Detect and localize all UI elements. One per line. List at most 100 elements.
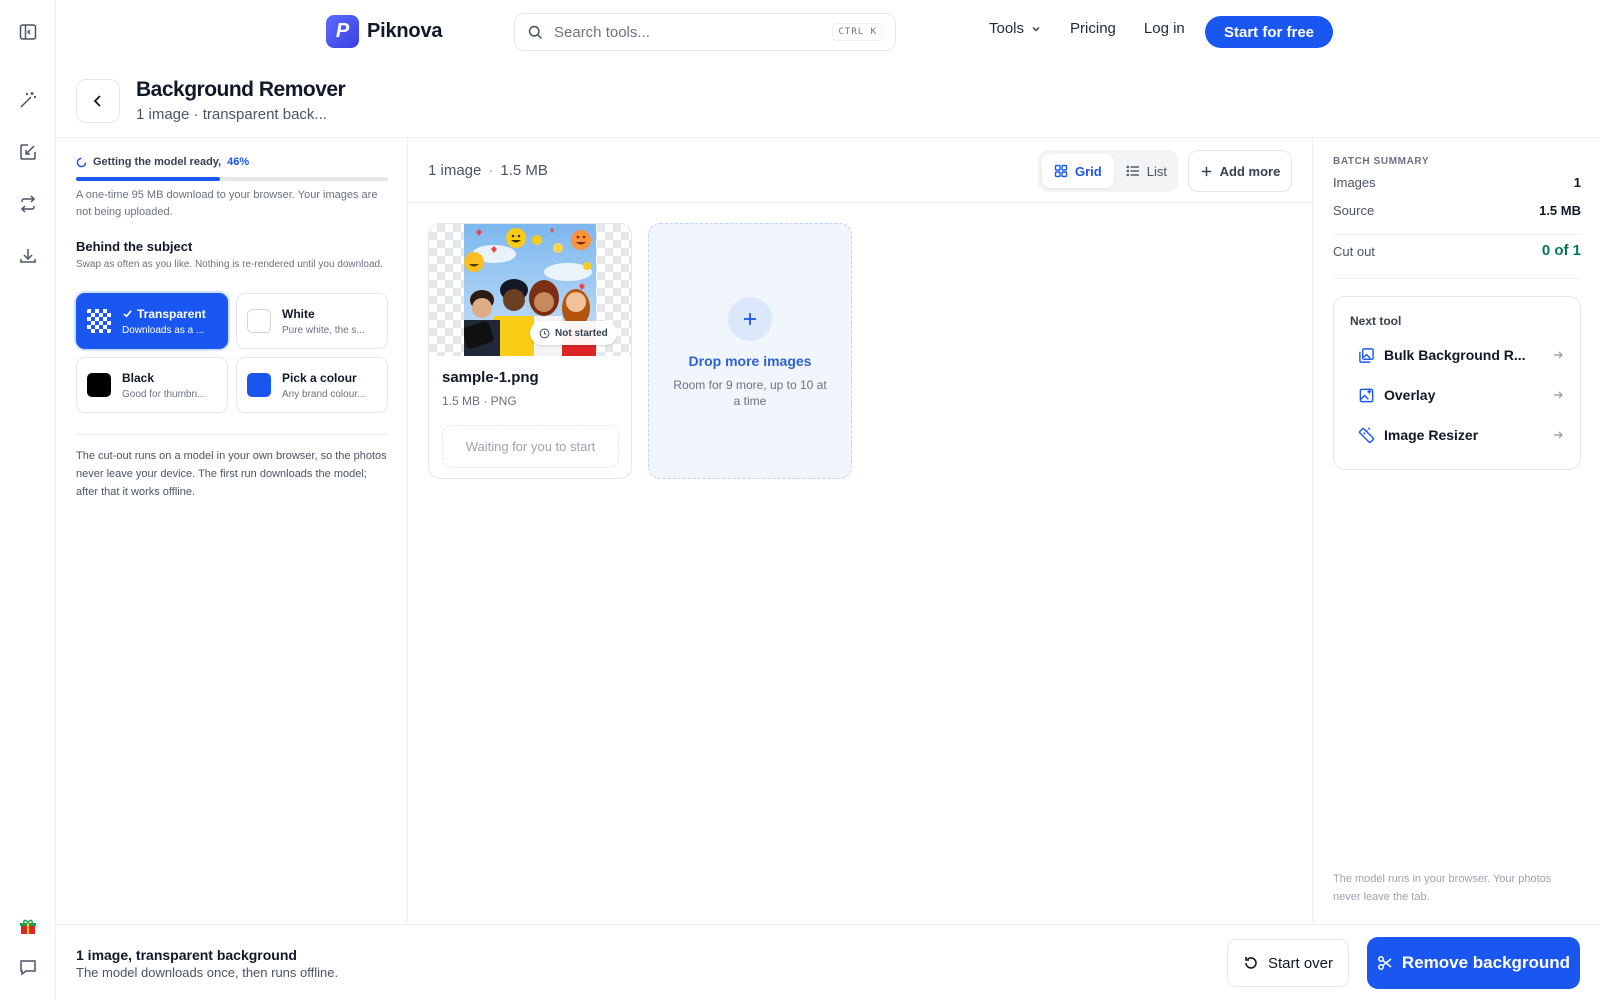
ruler-icon — [1356, 425, 1376, 445]
bg-option-transparent[interactable]: Transparent Downloads as a ... — [76, 293, 228, 349]
chevron-left-icon — [90, 93, 106, 109]
workspace-toolbar: 1 image · 1.5 MB Grid List Add more — [408, 138, 1312, 203]
convert-icon[interactable] — [14, 190, 42, 218]
transparent-grid-icon — [87, 309, 111, 333]
reset-icon — [1243, 955, 1259, 971]
bg-option-desc: Pure white, the s... — [282, 324, 365, 336]
action-bar-title: 1 image, transparent background — [76, 947, 297, 963]
list-icon — [1126, 164, 1140, 178]
next-tool-label: Bulk Background R... — [1384, 347, 1526, 363]
bg-option-label: Transparent — [137, 306, 206, 321]
bulk-images-icon — [1356, 345, 1376, 365]
summary-images-row: Images 1 — [1333, 175, 1581, 190]
page-title: Background Remover — [136, 78, 346, 101]
status-label: Not started — [555, 327, 608, 339]
privacy-note: The cut-out runs on a model in your own … — [76, 450, 387, 498]
bg-option-white[interactable]: White Pure white, the s... — [236, 293, 388, 349]
summary-images-value: 1 — [1573, 175, 1581, 190]
separator-dot: · — [488, 162, 494, 179]
view-list-label: List — [1146, 163, 1167, 179]
magic-wand-icon[interactable] — [14, 86, 42, 114]
start-over-button[interactable]: Start over — [1227, 939, 1349, 987]
next-tool-bulk-background[interactable]: Bulk Background R... — [1356, 345, 1564, 365]
waiting-indicator: Waiting for you to start — [442, 425, 619, 468]
grid-icon — [1054, 164, 1068, 178]
bottom-action-bar: 1 image, transparent background The mode… — [56, 924, 1600, 1000]
brand-name: Piknova — [367, 20, 443, 42]
plus-icon — [1200, 165, 1213, 178]
arrow-right-icon — [1552, 429, 1564, 441]
bg-option-desc: Good for thumbn... — [122, 388, 206, 400]
model-progress-bar — [76, 177, 388, 181]
status-badge: Not started — [530, 321, 617, 345]
image-count-label: 1 image — [428, 162, 482, 179]
divider — [76, 434, 388, 435]
bg-option-label: White — [282, 306, 315, 321]
remove-background-button[interactable]: Remove background — [1367, 937, 1580, 989]
next-tool-card: Next tool Bulk Background R... Overlay I… — [1333, 296, 1581, 470]
nav-tools[interactable]: Tools — [989, 20, 1042, 37]
chat-icon[interactable] — [14, 953, 42, 981]
search-box[interactable]: CTRL K — [514, 13, 896, 51]
file-name: sample-1.png — [442, 369, 539, 386]
view-grid-button[interactable]: Grid — [1042, 154, 1114, 188]
image-total-size: 1.5 MB — [500, 162, 548, 179]
logo-mark-icon: P — [326, 15, 359, 48]
image-workspace: 1 image · 1.5 MB Grid List Add more Not … — [408, 138, 1312, 924]
image-card[interactable]: Not started sample-1.png 1.5 MB · PNG Wa… — [428, 223, 632, 479]
back-button[interactable] — [76, 79, 120, 123]
model-progress-label: Getting the model ready, 46% — [76, 156, 249, 168]
next-tool-overlay[interactable]: Overlay — [1356, 385, 1564, 405]
batch-summary-heading: BATCH SUMMARY — [1333, 156, 1430, 167]
search-input[interactable] — [554, 23, 833, 41]
background-section-subtitle: Swap as often as you like. Nothing is re… — [76, 259, 383, 270]
bg-option-black[interactable]: Black Good for thumbn... — [76, 357, 228, 413]
add-more-button[interactable]: Add more — [1188, 150, 1292, 192]
black-swatch — [87, 373, 111, 397]
bg-option-desc: Any brand colour... — [282, 388, 366, 400]
drop-zone[interactable]: Drop more images Room for 9 more, up to … — [648, 223, 852, 479]
search-shortcut: CTRL K — [832, 23, 883, 41]
colour-swatch — [247, 373, 271, 397]
start-over-label: Start over — [1267, 954, 1334, 972]
chevron-down-icon — [1030, 23, 1042, 35]
file-meta: 1.5 MB · PNG — [442, 394, 517, 408]
model-download-note: A one-time 95 MB download to your browse… — [76, 189, 378, 218]
action-bar-subtitle: The model downloads once, then runs offl… — [76, 965, 339, 980]
start-for-free-button[interactable]: Start for free — [1205, 16, 1334, 48]
download-icon[interactable] — [14, 242, 42, 270]
scissors-icon — [1377, 955, 1393, 971]
arrow-right-icon — [1552, 349, 1564, 361]
bg-option-label: Black — [122, 370, 155, 385]
model-status-text: Getting the model ready, — [93, 156, 222, 168]
add-more-label: Add more — [1219, 163, 1281, 179]
nav-login[interactable]: Log in — [1144, 20, 1185, 37]
clock-icon — [539, 328, 550, 339]
image-count: 1 image · 1.5 MB — [428, 162, 548, 179]
check-icon — [122, 308, 133, 319]
brand-logo[interactable]: P Piknova — [326, 15, 443, 48]
left-rail — [0, 0, 56, 1000]
sidebar-toggle-icon[interactable] — [14, 18, 42, 46]
white-swatch — [247, 309, 271, 333]
next-tool-image-resizer[interactable]: Image Resizer — [1356, 425, 1564, 445]
summary-cut-value: 0 of 1 — [1541, 242, 1581, 259]
overlay-image-icon — [1356, 385, 1376, 405]
model-percent: 46% — [227, 156, 250, 168]
page-header: Background Remover 1 image · transparent… — [56, 64, 1600, 138]
summary-source-label: Source — [1333, 203, 1375, 218]
summary-source-row: Source 1.5 MB — [1333, 203, 1581, 218]
nav-tools-label: Tools — [989, 20, 1025, 37]
gift-icon[interactable] — [14, 913, 42, 941]
next-tool-label: Overlay — [1384, 387, 1436, 403]
plus-icon — [728, 297, 772, 341]
summary-source-value: 1.5 MB — [1539, 203, 1581, 218]
top-nav: P Piknova CTRL K Tools Pricing Log in St… — [56, 0, 1600, 64]
summary-cut-label: Cut out — [1333, 244, 1375, 259]
bg-option-desc: Downloads as a ... — [122, 324, 205, 336]
view-list-button[interactable]: List — [1114, 154, 1179, 188]
nav-links: Tools Pricing Log in — [989, 20, 1213, 37]
compress-icon[interactable] — [14, 138, 42, 166]
bg-option-pick-colour[interactable]: Pick a colour Any brand colour... — [236, 357, 388, 413]
nav-pricing[interactable]: Pricing — [1070, 20, 1116, 37]
